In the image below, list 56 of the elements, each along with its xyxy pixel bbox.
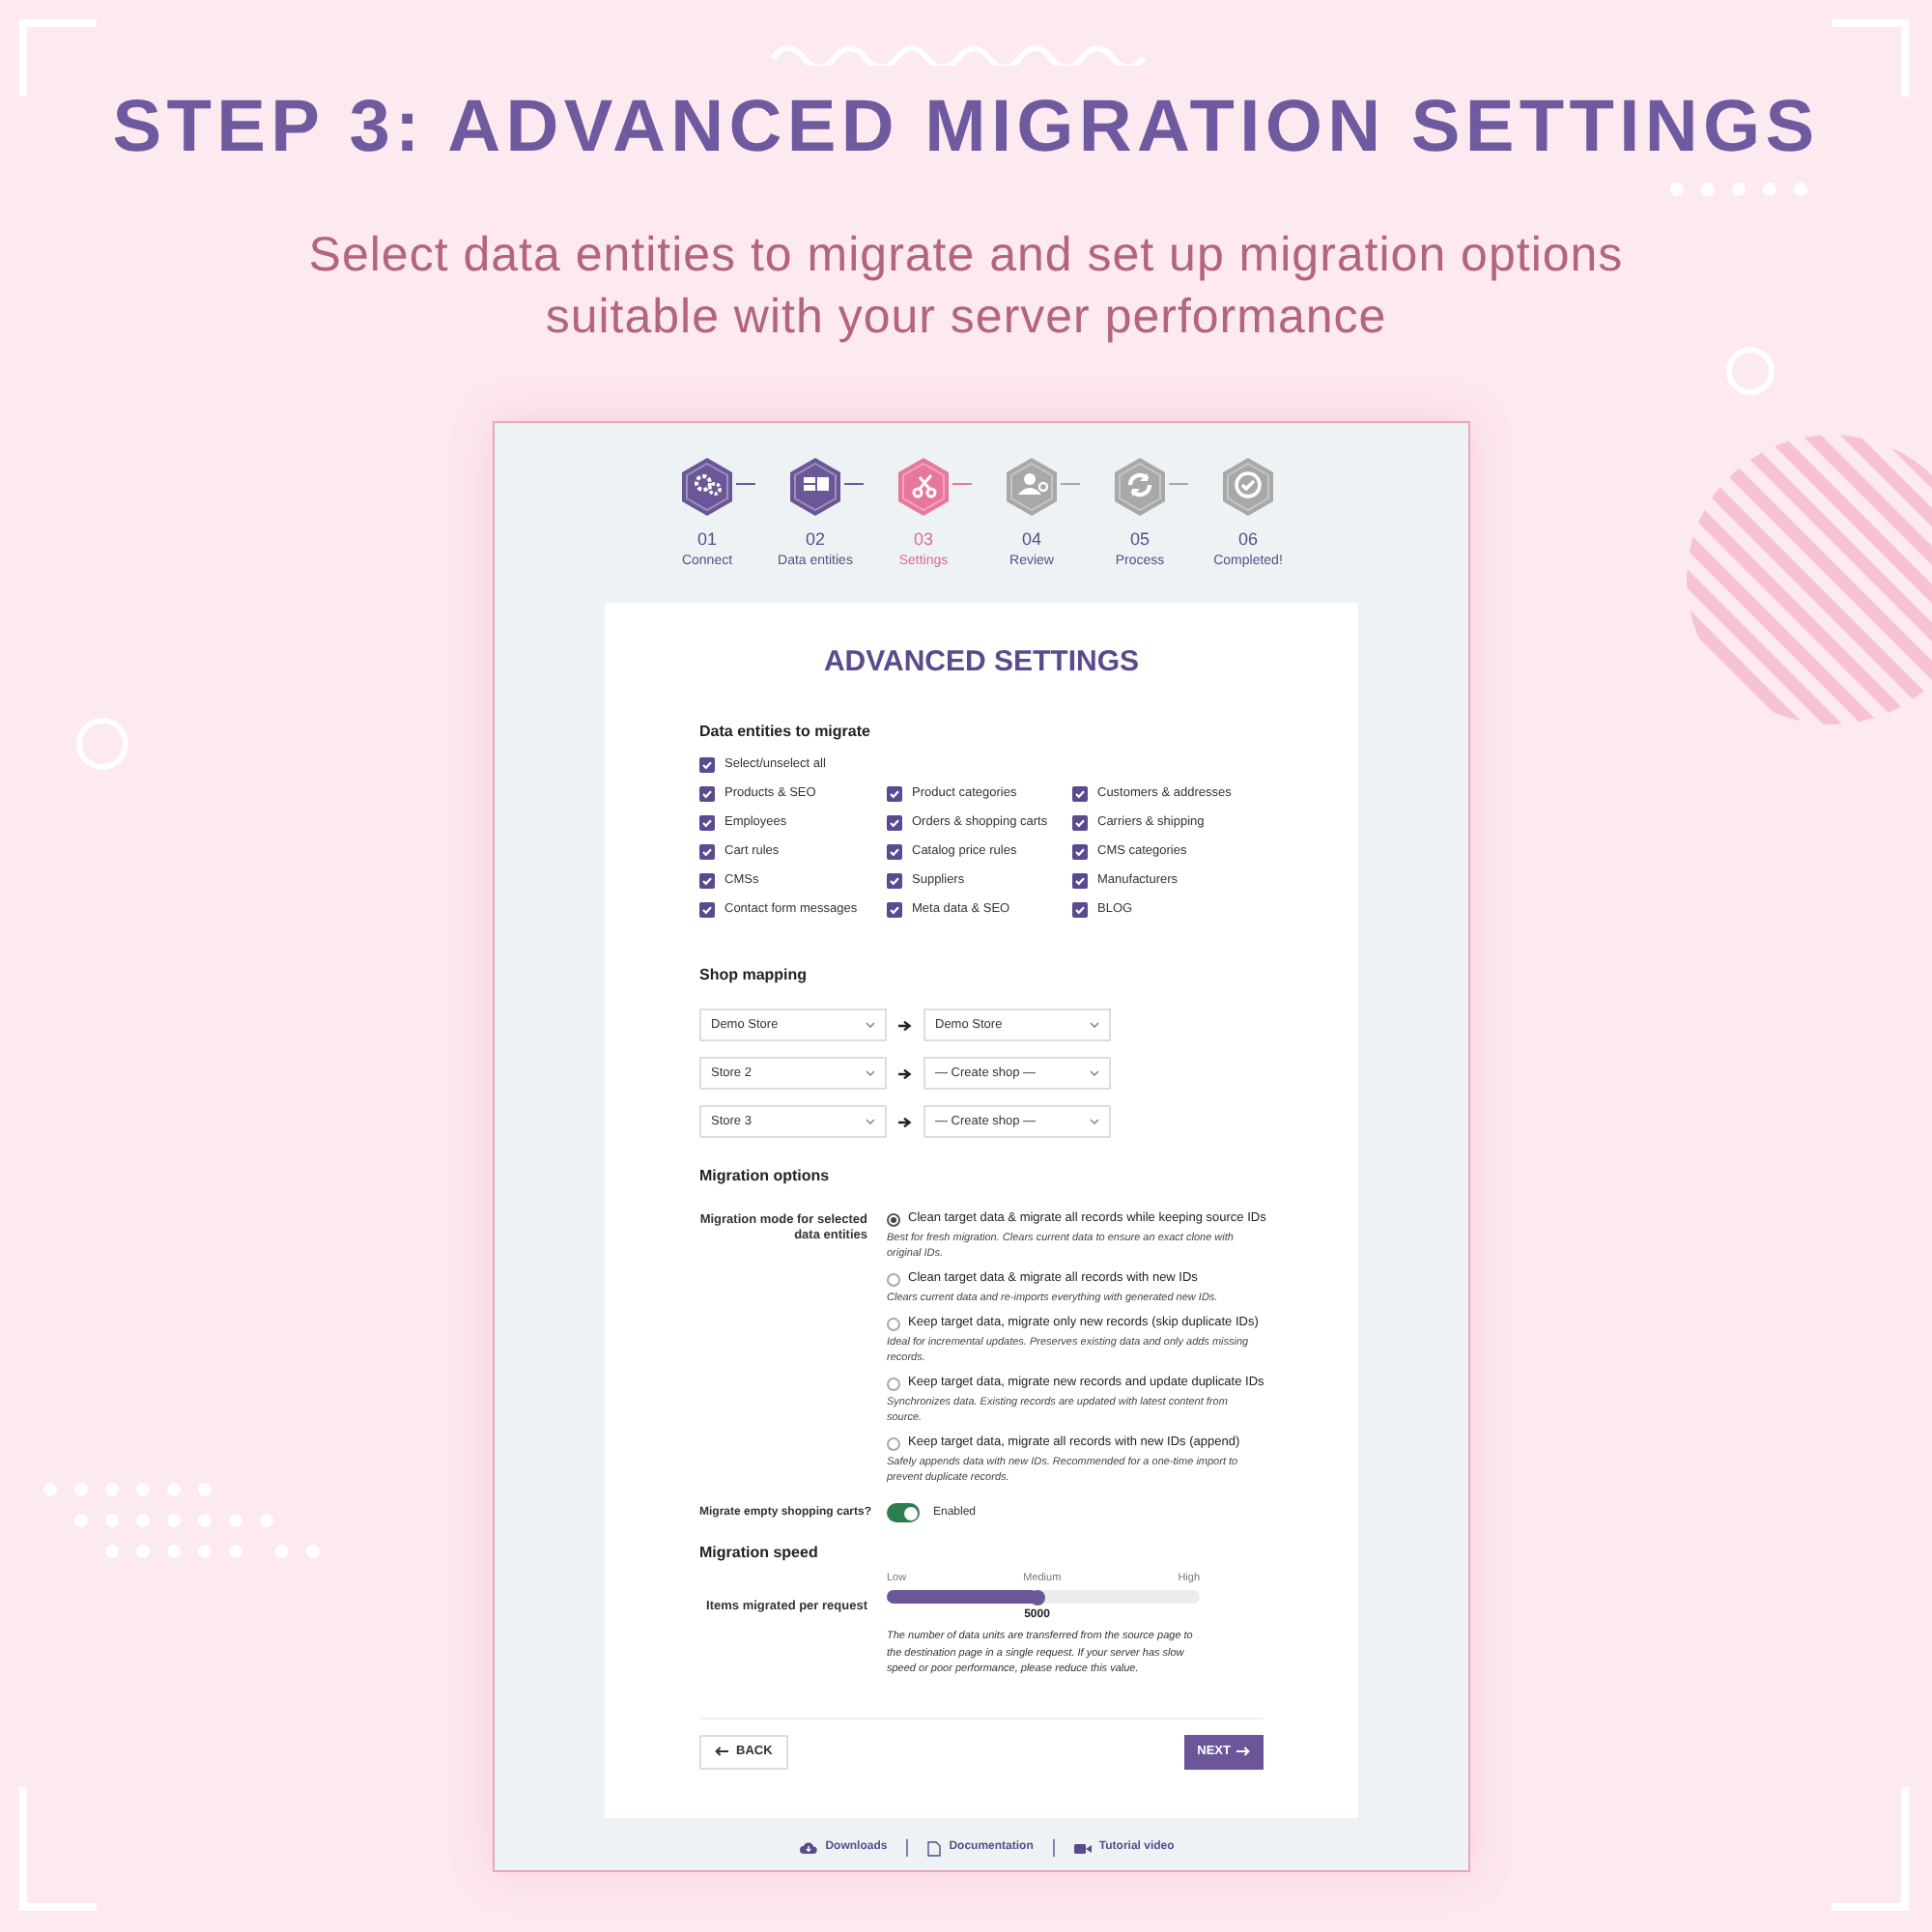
step-connector bbox=[736, 483, 755, 485]
checkbox[interactable] bbox=[699, 814, 715, 830]
section-heading: Migration options bbox=[699, 1167, 832, 1186]
toggle-switch[interactable] bbox=[887, 1503, 920, 1522]
step-number: 05 bbox=[1129, 529, 1150, 551]
step-connector bbox=[1061, 483, 1080, 485]
step-connector bbox=[1169, 483, 1188, 485]
arrow-left-icon bbox=[715, 1747, 728, 1756]
step-number: 04 bbox=[1021, 529, 1041, 551]
arrow-right-icon bbox=[898, 1116, 912, 1127]
arrow-right-icon bbox=[898, 1067, 912, 1079]
section-heading: Data entities to migrate bbox=[699, 723, 872, 742]
step-connector bbox=[844, 483, 864, 485]
radio-button[interactable] bbox=[887, 1272, 900, 1286]
step-number: 06 bbox=[1237, 529, 1258, 551]
checkbox[interactable] bbox=[887, 843, 902, 859]
subtitle-line: suitable with your server performance bbox=[545, 288, 1387, 348]
checkbox[interactable] bbox=[1072, 901, 1088, 917]
radio-button[interactable] bbox=[887, 1377, 900, 1390]
slider-track[interactable] bbox=[887, 1590, 1200, 1604]
video-camera-icon bbox=[1073, 1842, 1092, 1854]
checkbox[interactable] bbox=[699, 843, 715, 859]
cloud-download-icon bbox=[800, 1841, 818, 1855]
checkbox[interactable] bbox=[699, 901, 715, 917]
step-number: 03 bbox=[913, 529, 933, 551]
checkbox[interactable] bbox=[887, 785, 902, 801]
checkbox[interactable] bbox=[699, 785, 715, 801]
step-connector bbox=[952, 483, 972, 485]
checkbox[interactable] bbox=[699, 872, 715, 888]
arrow-right-icon bbox=[898, 1019, 912, 1031]
chevron-down-icon bbox=[1090, 1119, 1099, 1124]
checkbox[interactable] bbox=[699, 756, 715, 772]
section-heading: Migration speed bbox=[699, 1544, 820, 1563]
radio-button[interactable] bbox=[887, 1317, 900, 1330]
checkbox[interactable] bbox=[1072, 785, 1088, 801]
checkbox[interactable] bbox=[887, 872, 902, 888]
chevron-down-icon bbox=[1090, 1022, 1099, 1028]
card-heading: ADVANCED SETTINGS bbox=[821, 645, 1142, 680]
checkbox[interactable] bbox=[887, 814, 902, 830]
chevron-down-icon bbox=[866, 1022, 875, 1028]
arrow-right-icon bbox=[1236, 1747, 1250, 1756]
step-number: 02 bbox=[805, 529, 825, 551]
chevron-down-icon bbox=[866, 1119, 875, 1124]
checkbox[interactable] bbox=[1072, 872, 1088, 888]
chevron-down-icon bbox=[866, 1070, 875, 1076]
checkbox[interactable] bbox=[1072, 843, 1088, 859]
chevron-down-icon bbox=[1090, 1070, 1099, 1076]
step-number: 01 bbox=[696, 529, 717, 551]
section-heading: Shop mapping bbox=[699, 966, 810, 985]
page-title: STEP 3: ADVANCED MIGRATION SETTINGS bbox=[112, 89, 1820, 166]
checkbox[interactable] bbox=[887, 901, 902, 917]
radio-button[interactable] bbox=[887, 1436, 900, 1450]
checkbox[interactable] bbox=[1072, 814, 1088, 830]
radio-button[interactable] bbox=[887, 1212, 900, 1226]
subtitle-line: Select data entities to migrate and set up migration options bbox=[308, 226, 1624, 286]
document-icon bbox=[927, 1840, 942, 1856]
